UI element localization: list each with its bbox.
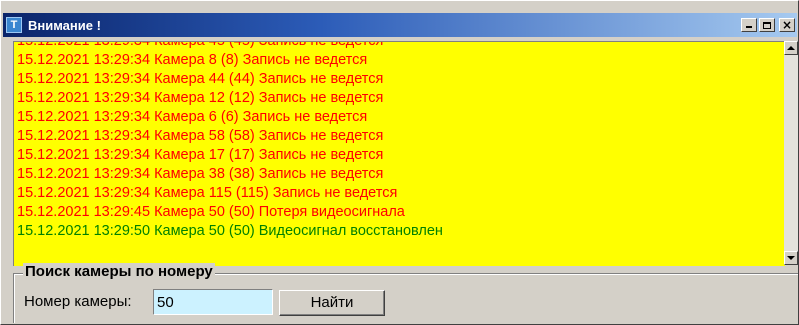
maximize-button[interactable] <box>759 18 775 32</box>
log-line: 15.12.2021 13:29:34 Камера 58 (58) Запис… <box>17 128 384 144</box>
app-icon: T <box>6 17 22 33</box>
maximize-icon <box>763 21 771 29</box>
arrow-up-icon <box>787 46 795 50</box>
log-line: 15.12.2021 13:29:34 Камера 17 (17) Запис… <box>17 147 384 163</box>
event-log[interactable]: 15.12.2021 13:29:34 Камера 45 (45) Запис… <box>13 41 785 266</box>
alert-window: T Внимание ! × 15.12.2021 13:29:34 Камер… <box>0 0 799 325</box>
close-button[interactable]: × <box>779 18 795 32</box>
camera-number-label: Номер камеры: <box>24 293 132 310</box>
scroll-track[interactable] <box>784 55 798 251</box>
camera-number-input[interactable] <box>153 289 273 315</box>
arrow-down-icon <box>787 256 795 260</box>
find-button[interactable]: Найти <box>279 290 385 316</box>
log-line: 15.12.2021 13:29:34 Камера 38 (38) Запис… <box>17 166 384 182</box>
close-icon: × <box>781 18 793 32</box>
window-title: Внимание ! <box>28 17 101 33</box>
minimize-icon <box>746 26 752 28</box>
log-line: 15.12.2021 13:29:34 Камера 115 (115) Зап… <box>17 185 398 201</box>
log-line: 15.12.2021 13:29:34 Камера 8 (8) Запись … <box>17 52 368 68</box>
title-bar[interactable]: T Внимание ! × <box>3 13 797 37</box>
log-scrollbar[interactable] <box>784 41 798 265</box>
scroll-down-button[interactable] <box>784 251 798 265</box>
log-line: 15.12.2021 13:29:34 Камера 6 (6) Запись … <box>17 109 368 125</box>
log-line: 15.12.2021 13:29:34 Камера 45 (45) Запис… <box>17 41 384 49</box>
log-line: 15.12.2021 13:29:34 Камера 12 (12) Запис… <box>17 90 384 106</box>
minimize-button[interactable] <box>741 18 757 32</box>
log-line: 15.12.2021 13:29:50 Камера 50 (50) Видео… <box>17 223 443 239</box>
log-line: 15.12.2021 13:29:34 Камера 44 (44) Запис… <box>17 71 384 87</box>
scroll-up-button[interactable] <box>784 41 798 55</box>
log-line: 15.12.2021 13:29:45 Камера 50 (50) Потер… <box>17 204 405 220</box>
camera-search-title: Поиск камеры по номеру <box>23 263 215 280</box>
